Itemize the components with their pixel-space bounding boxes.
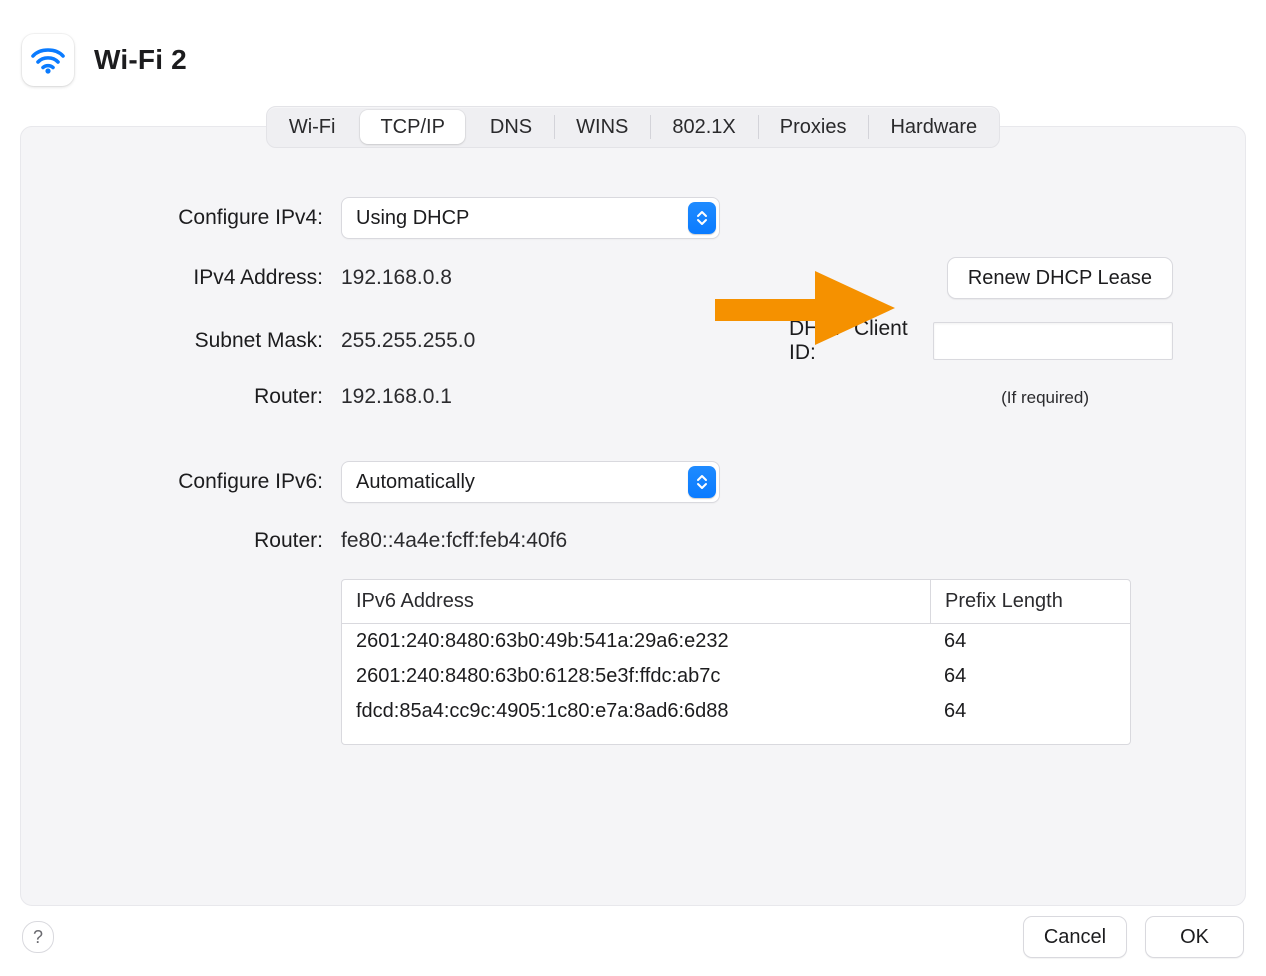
- column-ipv6-address[interactable]: IPv6 Address: [342, 580, 930, 623]
- table-row[interactable]: 2601:240:8480:63b0:49b:541a:29a6:e23264: [342, 624, 1130, 659]
- prefix-length-cell: 64: [930, 624, 1130, 659]
- prefix-length-cell: 64: [930, 694, 1130, 729]
- settings-panel: Configure IPv4: Using DHCP IPv4 Address:…: [20, 126, 1246, 906]
- tab-dns[interactable]: DNS: [468, 107, 554, 147]
- renew-dhcp-lease-button[interactable]: Renew DHCP Lease: [947, 257, 1173, 299]
- ipv6-address-table: IPv6 Address Prefix Length 2601:240:8480…: [341, 579, 1131, 745]
- configure-ipv6-label: Configure IPv6:: [93, 470, 323, 494]
- configure-ipv6-select[interactable]: Automatically: [341, 461, 720, 503]
- ipv4-address-label: IPv4 Address:: [93, 266, 323, 290]
- ipv4-router-value: 192.168.0.1: [341, 385, 771, 409]
- network-preferences-window: Wi-Fi 2 Wi-FiTCP/IPDNSWINS802.1XProxiesH…: [0, 0, 1266, 976]
- header: Wi-Fi 2: [0, 0, 1266, 108]
- prefix-length-cell: 64: [930, 659, 1130, 694]
- cancel-button[interactable]: Cancel: [1023, 916, 1127, 958]
- wifi-icon: [22, 34, 74, 86]
- footer: ? Cancel OK: [0, 916, 1266, 958]
- configure-ipv4-label: Configure IPv4:: [93, 206, 323, 230]
- column-prefix-length[interactable]: Prefix Length: [930, 580, 1130, 623]
- tab-802-1x[interactable]: 802.1X: [650, 107, 757, 147]
- ipv6-address-cell: 2601:240:8480:63b0:6128:5e3f:ffdc:ab7c: [342, 659, 930, 694]
- ipv6-address-cell: 2601:240:8480:63b0:49b:541a:29a6:e232: [342, 624, 930, 659]
- ok-button[interactable]: OK: [1145, 916, 1244, 958]
- chevron-up-down-icon: [688, 202, 716, 234]
- dhcp-client-id-label: DHCP Client ID:: [789, 317, 919, 365]
- ipv6-address-cell: fdcd:85a4:cc9c:4905:1c80:e7a:8ad6:6d88: [342, 694, 930, 729]
- dhcp-client-id-field[interactable]: [933, 322, 1173, 360]
- dhcp-client-id-input[interactable]: [934, 323, 1188, 359]
- configure-ipv6-value: Automatically: [356, 471, 475, 494]
- ipv6-router-label: Router:: [93, 529, 323, 553]
- chevron-up-down-icon: [688, 466, 716, 498]
- help-button[interactable]: ?: [22, 921, 54, 953]
- configure-ipv4-value: Using DHCP: [356, 207, 469, 230]
- configure-ipv4-select[interactable]: Using DHCP: [341, 197, 720, 239]
- subnet-mask-value: 255.255.255.0: [341, 329, 771, 353]
- tab-tcp-ip[interactable]: TCP/IP: [360, 110, 464, 144]
- table-row[interactable]: fdcd:85a4:cc9c:4905:1c80:e7a:8ad6:6d8864: [342, 694, 1130, 729]
- tab-proxies[interactable]: Proxies: [758, 107, 869, 147]
- tab-hardware[interactable]: Hardware: [868, 107, 999, 147]
- ipv4-address-value: 192.168.0.8: [341, 266, 771, 290]
- subnet-mask-label: Subnet Mask:: [93, 329, 323, 353]
- page-title: Wi-Fi 2: [94, 44, 187, 76]
- table-row[interactable]: 2601:240:8480:63b0:6128:5e3f:ffdc:ab7c64: [342, 659, 1130, 694]
- ipv4-router-label: Router:: [93, 385, 323, 409]
- ipv6-router-value: fe80::4a4e:fcff:feb4:40f6: [341, 529, 1173, 553]
- tab-wins[interactable]: WINS: [554, 107, 650, 147]
- dhcp-client-id-hint: (If required): [1001, 388, 1089, 407]
- tab-bar: Wi-FiTCP/IPDNSWINS802.1XProxiesHardware: [266, 106, 1000, 148]
- tab-wi-fi[interactable]: Wi-Fi: [267, 107, 358, 147]
